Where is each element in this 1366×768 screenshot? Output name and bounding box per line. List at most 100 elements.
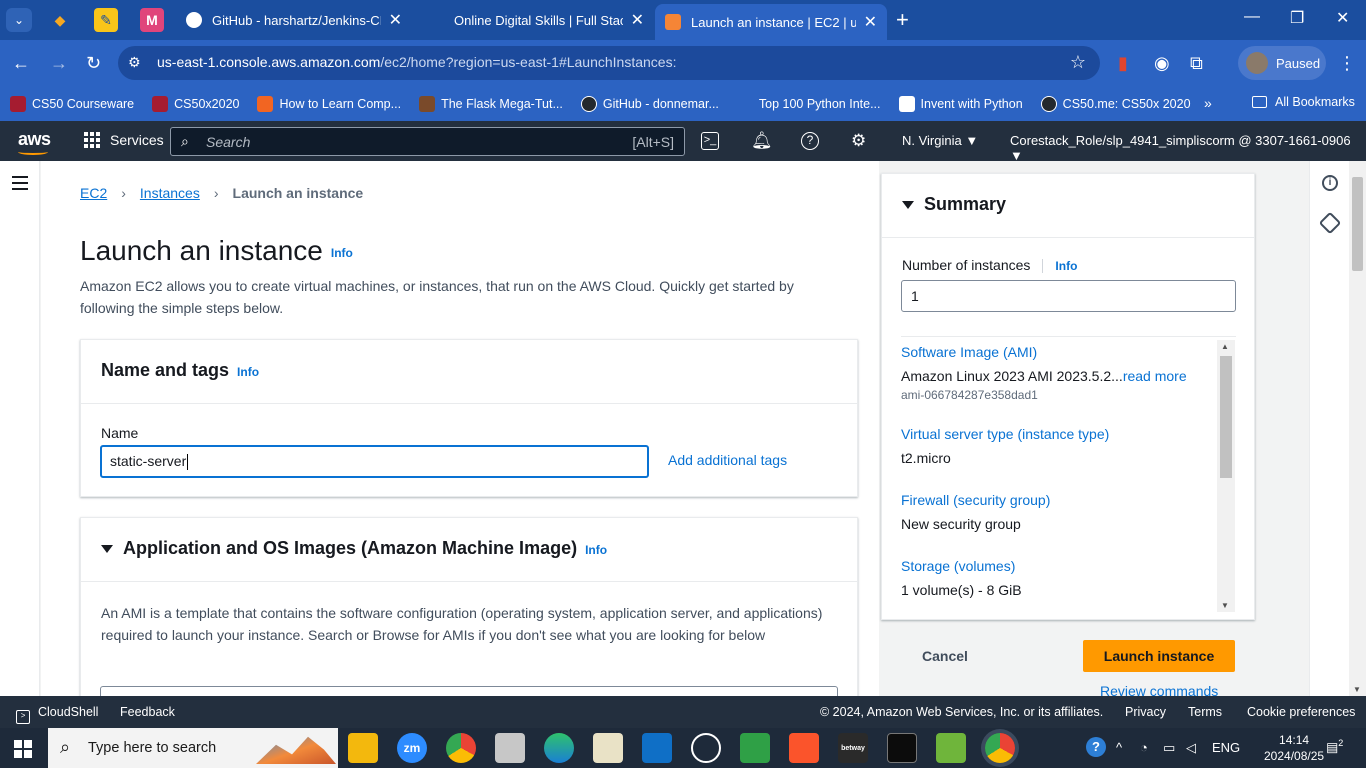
vscode-icon[interactable] xyxy=(642,733,672,763)
summary-heading[interactable]: Summary xyxy=(882,174,1254,238)
tab-launch-instance[interactable]: Launch an instance | EC2 | us-ea ✕ xyxy=(655,4,887,40)
firewall-link[interactable]: Firewall (security group) xyxy=(901,492,1050,508)
url-text[interactable]: us-east-1.console.aws.amazon.com/ec2/hom… xyxy=(157,54,676,70)
close-tab-icon[interactable]: ✕ xyxy=(631,10,644,30)
forward-icon[interactable]: → xyxy=(50,52,68,74)
notifications-icon[interactable]: ▤2 xyxy=(1326,738,1343,755)
record-icon[interactable] xyxy=(691,733,721,763)
info-panel-icon[interactable]: i xyxy=(1322,175,1338,191)
close-tab-icon[interactable]: ✕ xyxy=(864,12,877,32)
taskbar-search[interactable]: ⌕ Type here to search xyxy=(48,728,338,768)
bookmark-cs50-courseware[interactable]: CS50 Courseware xyxy=(10,95,134,112)
git-icon[interactable] xyxy=(936,733,966,763)
file-explorer-icon[interactable] xyxy=(348,733,378,763)
aws-logo[interactable]: aws xyxy=(18,129,51,155)
aws-search-input[interactable]: ⌕ Search [Alt+S] xyxy=(170,127,685,156)
bookmark-invent-with-python[interactable]: Invent with Python xyxy=(898,95,1023,112)
summary-scrollbar[interactable]: ▲ ▼ xyxy=(1217,340,1235,612)
edge-icon[interactable] xyxy=(544,733,574,763)
zoom-icon[interactable]: zm xyxy=(397,733,427,763)
read-more-link[interactable]: read more xyxy=(1123,368,1187,384)
all-bookmarks-button[interactable]: All Bookmarks xyxy=(1252,95,1355,109)
pinned-tab-diamond-icon[interactable]: ◆ xyxy=(48,8,72,32)
feedback-link[interactable]: Feedback xyxy=(120,705,175,719)
windows-start-icon[interactable] xyxy=(14,740,32,758)
chrome-active-icon[interactable] xyxy=(985,733,1015,763)
breadcrumb-current: Launch an instance xyxy=(232,185,364,201)
name-input[interactable]: static-server xyxy=(100,445,649,478)
num-instances-input[interactable]: 1 xyxy=(901,280,1236,312)
bookmark-star-icon[interactable]: ☆ xyxy=(1070,52,1086,73)
cancel-button[interactable]: Cancel xyxy=(922,648,968,664)
cookie-preferences-link[interactable]: Cookie preferences xyxy=(1247,705,1355,719)
launch-instance-button[interactable]: Launch instance xyxy=(1083,640,1235,672)
notifications-bell-icon[interactable]: 🔔︎ xyxy=(751,131,773,151)
minimize-icon[interactable]: — xyxy=(1244,8,1260,26)
info-link[interactable]: Info xyxy=(585,543,607,557)
info-link[interactable]: Info xyxy=(331,246,353,260)
breadcrumb-instances[interactable]: Instances xyxy=(140,185,200,201)
extension-c-icon[interactable]: ◉ xyxy=(1154,52,1170,74)
volume-icon[interactable]: ◁ xyxy=(1186,740,1196,756)
address-bar[interactable]: ⚙ us-east-1.console.aws.amazon.com/ec2/h… xyxy=(118,46,1100,80)
tray-overflow-icon[interactable]: ^ xyxy=(1116,740,1122,755)
browser-menu-icon[interactable]: ⋮ xyxy=(1338,52,1356,74)
extension-red-icon[interactable]: ▮ xyxy=(1118,52,1128,74)
caret-down-icon[interactable] xyxy=(101,545,113,554)
terms-link[interactable]: Terms xyxy=(1188,705,1222,719)
bookmark-github-donnemar[interactable]: GitHub - donnemar... xyxy=(580,95,719,112)
cloudshell-icon[interactable]: >_ xyxy=(701,132,719,150)
clock[interactable]: 14:14 2024/08/25 xyxy=(1264,732,1324,764)
settings-gear-icon[interactable]: ⚙ xyxy=(851,131,866,151)
back-icon[interactable]: ← xyxy=(12,52,30,74)
add-additional-tags-link[interactable]: Add additional tags xyxy=(668,452,787,468)
chrome-icon[interactable] xyxy=(446,733,476,763)
pinned-tab-pencil-icon[interactable]: ✎ xyxy=(94,8,118,32)
bookmark-learn-comp[interactable]: How to Learn Comp... xyxy=(257,95,401,112)
new-tab-button[interactable]: + xyxy=(896,8,909,32)
menu-hamburger-icon[interactable] xyxy=(12,176,28,194)
reload-icon[interactable]: ↻ xyxy=(86,52,101,74)
region-selector[interactable]: N. Virginia ▼ xyxy=(902,133,978,148)
page-scrollbar[interactable]: ▼ xyxy=(1349,161,1366,696)
cloudshell-button[interactable]: > CloudShell xyxy=(16,705,98,724)
close-tab-icon[interactable]: ✕ xyxy=(389,10,402,30)
bookmark-cs50x2020[interactable]: CS50x2020 xyxy=(152,95,239,112)
instance-type-link[interactable]: Virtual server type (instance type) xyxy=(901,426,1109,442)
feature-hexagon-icon[interactable] xyxy=(1318,211,1342,235)
network-icon[interactable]: ◔ xyxy=(1140,740,1148,755)
app-icon[interactable] xyxy=(495,733,525,763)
bookmark-flask-mega[interactable]: The Flask Mega-Tut... xyxy=(419,95,563,112)
help-tray-icon[interactable]: ? xyxy=(1086,737,1106,757)
breadcrumb-ec2[interactable]: EC2 xyxy=(80,185,107,201)
tab-github[interactable]: GitHub - harshartz/Jenkins-CI-C ✕ xyxy=(176,4,412,36)
bookmark-cs50-me[interactable]: CS50.me: CS50x 2020 xyxy=(1040,95,1191,112)
language-indicator[interactable]: ENG xyxy=(1212,740,1240,755)
close-window-icon[interactable]: ✕ xyxy=(1336,8,1349,28)
pinned-tab-m-icon[interactable]: M xyxy=(140,8,164,32)
ami-search-input[interactable] xyxy=(100,686,838,696)
services-menu[interactable]: Services xyxy=(84,132,164,148)
extensions-puzzle-icon[interactable]: ⧉ xyxy=(1190,52,1203,74)
site-info-icon[interactable]: ⚙ xyxy=(128,54,141,71)
caret-down-icon[interactable] xyxy=(902,201,914,210)
account-menu[interactable]: Corestack_Role/slp_4941_simpliscorm @ 33… xyxy=(1010,133,1366,163)
storage-link[interactable]: Storage (volumes) xyxy=(901,558,1015,574)
bookmarks-overflow-icon[interactable]: » xyxy=(1204,95,1212,111)
python-app-icon[interactable] xyxy=(593,733,623,763)
bookmark-top-100-python[interactable]: Top 100 Python Inte... xyxy=(737,96,881,112)
terminal-icon[interactable] xyxy=(887,733,917,763)
ami-summary-link[interactable]: Software Image (AMI) xyxy=(901,344,1037,360)
info-link[interactable]: Info xyxy=(1042,259,1078,273)
sheets-icon[interactable] xyxy=(740,733,770,763)
betway-icon[interactable]: betway xyxy=(838,733,868,763)
tab-search-button[interactable]: ⌄ xyxy=(6,8,32,32)
restore-icon[interactable]: ❐ xyxy=(1290,8,1304,28)
help-icon[interactable]: ? xyxy=(801,132,819,150)
info-link[interactable]: Info xyxy=(237,365,259,379)
profile-button[interactable]: Paused xyxy=(1238,46,1326,80)
battery-icon[interactable]: ▭ xyxy=(1163,740,1175,756)
privacy-link[interactable]: Privacy xyxy=(1125,705,1166,719)
tab-simplilearn[interactable]: Online Digital Skills | Full Stack D ✕ xyxy=(418,4,654,36)
brave-icon[interactable] xyxy=(789,733,819,763)
